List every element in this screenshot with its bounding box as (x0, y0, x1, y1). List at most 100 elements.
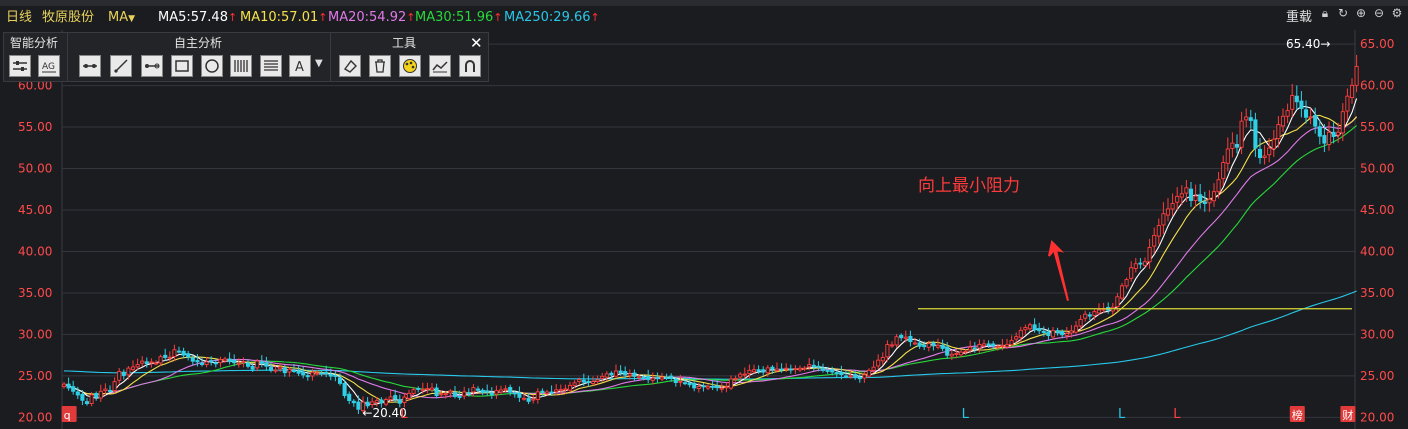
candle-body (374, 400, 379, 403)
candle-body (535, 391, 540, 401)
candle-body (1313, 115, 1318, 127)
signal-icon[interactable] (429, 55, 451, 77)
candle-body (834, 372, 839, 375)
bars-icon[interactable] (230, 55, 252, 77)
candle-body (627, 373, 632, 377)
candle-body (830, 369, 835, 373)
candle-body (669, 375, 674, 379)
candle-body (811, 364, 816, 368)
zoom-out-icon[interactable]: ⊖ (1372, 6, 1386, 20)
candle-body (618, 370, 623, 374)
candle-body (572, 382, 577, 386)
circle-icon[interactable] (201, 55, 223, 77)
candle-body (1087, 314, 1092, 317)
ag-icon[interactable]: AG (38, 55, 60, 77)
segment-icon[interactable] (79, 55, 101, 77)
candle-body (664, 376, 669, 379)
line-icon[interactable] (110, 55, 132, 77)
candle-body (692, 382, 697, 389)
indicator-label: MA (108, 10, 129, 25)
candle-body (1184, 187, 1189, 194)
indicator-selector[interactable]: MA▼ (108, 6, 135, 31)
ma30-readout: MA30:51.96↑ (415, 6, 502, 30)
candle-body (843, 375, 849, 378)
candle-body (1239, 120, 1244, 148)
candle-body (406, 392, 412, 399)
candle-body (1175, 195, 1180, 203)
ma5-value: MA5:57.48 (158, 10, 228, 25)
zoom-in-icon[interactable]: ⊕ (1354, 6, 1368, 20)
candle-body (163, 354, 168, 358)
candle-body (632, 372, 637, 377)
trash-icon[interactable] (369, 55, 391, 77)
candle-body (1009, 339, 1014, 346)
rect-icon[interactable] (171, 55, 193, 77)
candle-body (1294, 95, 1299, 103)
candle-body (517, 392, 522, 398)
candle-body (968, 346, 973, 351)
candle-body (1161, 213, 1166, 226)
candle-body (402, 396, 407, 403)
close-icon[interactable]: ✕ (470, 35, 483, 51)
magnet-icon[interactable] (459, 55, 481, 77)
candle-body (655, 377, 660, 380)
candle-body (420, 388, 425, 391)
candle-body (416, 387, 421, 390)
candle-body (264, 362, 269, 367)
kline-chart[interactable]: 20.00 20.00 25.00 25.00 30.00 30.00 35.00 35.00… (0, 30, 1408, 429)
period-label[interactable]: 日线 (6, 6, 32, 30)
candle-body (351, 400, 356, 404)
event-marker-letter: L (962, 407, 970, 422)
candle-body (816, 365, 821, 368)
candle-body (825, 369, 830, 372)
candle-body (682, 382, 688, 385)
candle-body (903, 336, 908, 339)
candle-body (209, 360, 214, 363)
candle-body (581, 379, 586, 383)
candle-body (1138, 262, 1143, 265)
candle-body (1124, 279, 1129, 287)
refresh-icon[interactable]: ↻ (1336, 6, 1350, 20)
candle-body (1276, 124, 1281, 140)
settings-icon[interactable]: ⚙ (1390, 6, 1404, 20)
candle-body (894, 336, 899, 346)
candle-body (719, 387, 724, 390)
candle-body (1257, 148, 1263, 159)
candle-body (673, 378, 678, 383)
candle-body (1014, 336, 1019, 340)
candle-body (140, 360, 145, 364)
candle-body (761, 369, 766, 373)
indicator-header: 日线 牧原股份 MA▼ MA5:57.48↑ MA10:57.01↑ MA20:… (0, 6, 1408, 30)
text-icon[interactable]: A (289, 55, 311, 77)
candle-body (494, 390, 499, 395)
candle-body (880, 357, 885, 362)
candle-body (61, 383, 67, 388)
candle-body (701, 385, 706, 388)
eraser-icon[interactable] (339, 55, 361, 77)
candle-body (1004, 344, 1010, 348)
candle-body (245, 362, 251, 367)
palette-icon[interactable] (399, 55, 421, 77)
lines-icon[interactable] (260, 55, 282, 77)
candle-body (715, 385, 720, 389)
up-arrow-icon: ↑ (590, 11, 600, 24)
adjust-icon[interactable] (9, 55, 31, 77)
candle-body (1336, 131, 1341, 136)
candle-body (489, 392, 494, 396)
ma10-value: MA10:57.01 (240, 10, 319, 25)
candle-body (1133, 263, 1138, 269)
reload-button[interactable]: 重载 (1286, 6, 1312, 30)
lock-icon[interactable]: 🔒︎ (1318, 6, 1332, 20)
candle-body (268, 367, 274, 371)
candle-body (287, 368, 292, 373)
candle-body (429, 387, 435, 391)
smart-analysis-title: 智能分析 (10, 36, 59, 50)
candle-body (319, 372, 324, 375)
candle-body (379, 399, 384, 404)
candle-body (646, 375, 651, 381)
candle-body (434, 387, 439, 397)
ray-icon[interactable] (141, 55, 163, 77)
section-divider (330, 33, 331, 81)
more-icon[interactable]: ▼ (315, 58, 323, 69)
candle-body (1032, 324, 1037, 331)
